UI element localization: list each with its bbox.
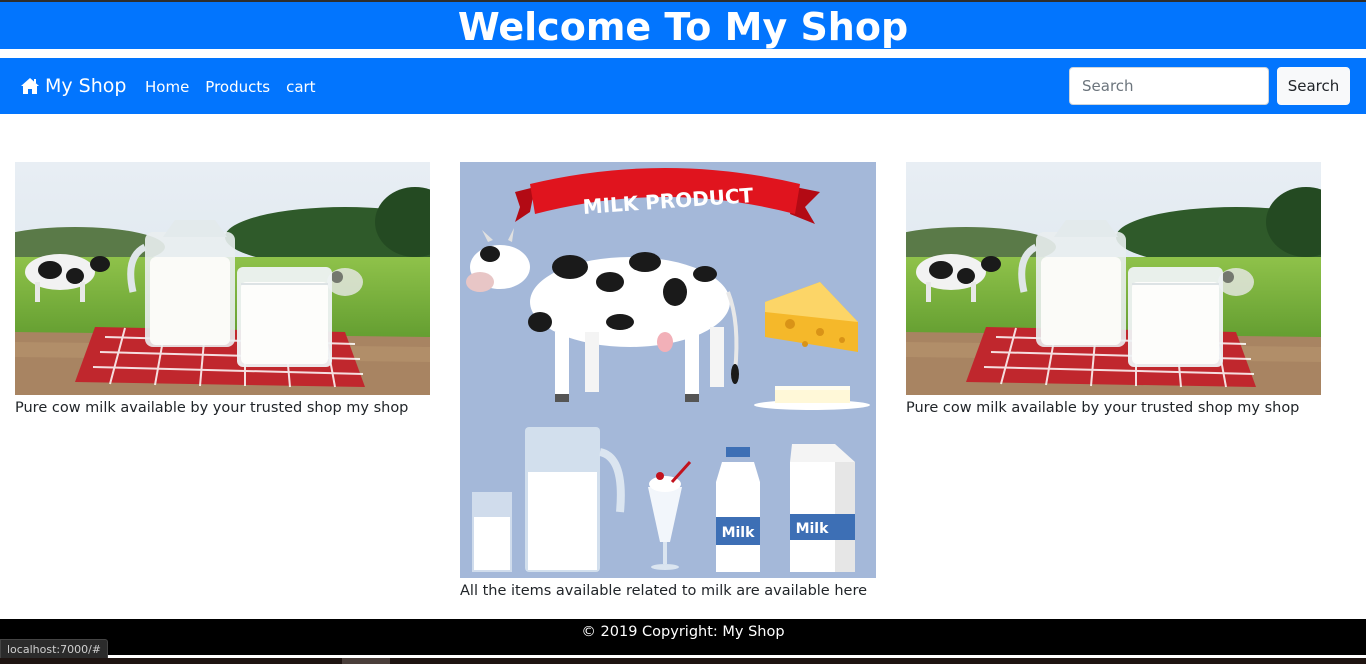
search-button[interactable]: Search (1277, 67, 1350, 105)
taskbar-segment (342, 658, 390, 664)
nav-link-cart[interactable]: cart (286, 76, 316, 98)
product-caption-3: Pure cow milk available by your trusted … (906, 400, 1300, 416)
navbar-brand[interactable]: My Shop (20, 73, 126, 99)
nav-links: Home Products cart (145, 76, 316, 98)
bottle-label: Milk (722, 525, 756, 541)
product-card-3: Pure cow milk available by your trusted … (906, 162, 1321, 418)
brand-label: My Shop (45, 75, 127, 97)
milk-photo-1[interactable] (15, 162, 430, 395)
page-title: Welcome To My Shop (0, 2, 1366, 49)
footer-copyright: © 2019 Copyright: My Shop (581, 624, 785, 640)
search-input[interactable] (1069, 67, 1269, 105)
product-card-2: MILK PRODUCT Milk Milk All the items ava… (460, 162, 876, 601)
home-icon (21, 78, 39, 94)
navbar: My Shop Home Products cart Search (0, 58, 1366, 114)
milk-bottle-icon: Milk (716, 447, 760, 572)
milk-photo-2[interactable] (906, 162, 1321, 395)
milk-carton-icon: Milk (790, 444, 855, 572)
carton-label: Milk (796, 521, 830, 537)
product-caption-2: All the items available related to milk … (460, 583, 868, 599)
product-card-1: Pure cow milk available by your trusted … (15, 162, 430, 418)
taskbar-strip (0, 658, 1366, 664)
glass-icon (472, 492, 512, 572)
nav-link-home[interactable]: Home (145, 76, 189, 98)
product-caption-1: Pure cow milk available by your trusted … (15, 400, 409, 416)
nav-link-products[interactable]: Products (205, 76, 270, 98)
footer: © 2019 Copyright: My Shop (0, 619, 1366, 655)
milk-products-illustration[interactable]: MILK PRODUCT Milk Milk (460, 162, 876, 578)
